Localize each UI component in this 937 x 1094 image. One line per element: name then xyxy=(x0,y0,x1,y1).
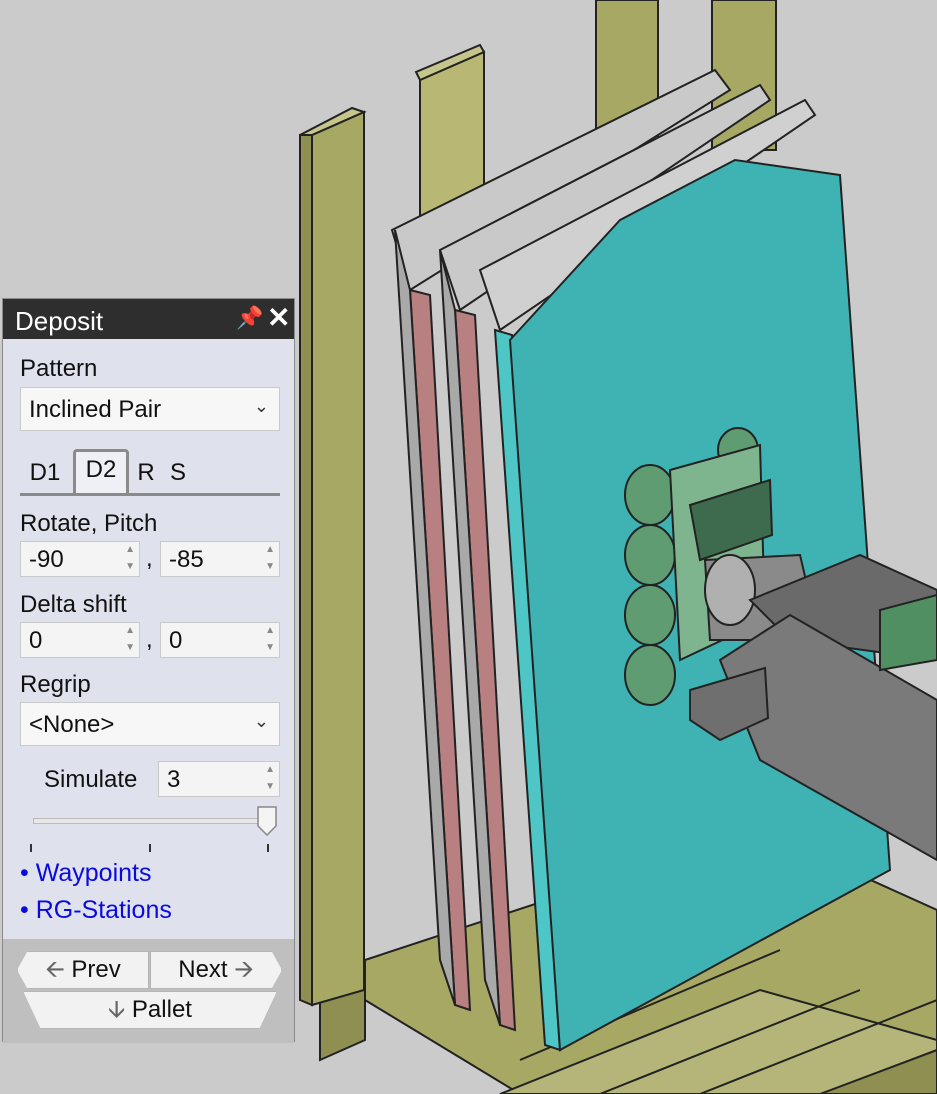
chevron-down-icon: ⌄ xyxy=(253,396,269,416)
simulate-slider-thumb[interactable] xyxy=(257,806,277,836)
spin-down-icon[interactable]: ▼ xyxy=(265,781,275,792)
regrip-value: <None> xyxy=(29,711,115,738)
spin-up-icon[interactable]: ▲ xyxy=(125,625,135,636)
close-icon[interactable]: ✕ xyxy=(267,301,290,334)
spin-up-icon[interactable]: ▲ xyxy=(265,764,275,775)
spin-down-icon[interactable]: ▼ xyxy=(265,561,275,572)
tab-r[interactable]: R xyxy=(136,455,156,491)
rotate-pitch-label: Rotate, Pitch xyxy=(20,510,158,537)
slider-tick xyxy=(30,844,32,852)
tab-d2[interactable]: D2 xyxy=(73,449,129,493)
pallet-button[interactable]: 🡫 Pallet xyxy=(23,991,277,1029)
delta-y-value: 0 xyxy=(169,627,183,654)
regrip-label: Regrip xyxy=(20,671,91,698)
next-button[interactable]: Next 🡪 xyxy=(150,951,282,989)
pitch-value: -85 xyxy=(169,546,204,573)
arrow-right-icon: 🡪 xyxy=(234,956,254,983)
pattern-label: Pattern xyxy=(20,355,98,382)
prev-label: Prev xyxy=(71,956,121,983)
rg-stations-link[interactable]: • RG-Stations xyxy=(20,896,172,925)
chevron-down-icon: ⌄ xyxy=(253,711,269,731)
panel-titlebar: Deposit 📌 ✕ xyxy=(3,299,294,339)
pitch-stepper[interactable]: -85 ▲ ▼ xyxy=(160,541,280,577)
pin-icon[interactable]: 📌 xyxy=(236,305,263,331)
delta-x-value: 0 xyxy=(29,627,43,654)
delta-x-stepper[interactable]: 0 ▲ ▼ xyxy=(20,622,140,658)
prev-button[interactable]: 🡨 Prev xyxy=(17,951,149,989)
rotate-value: -90 xyxy=(29,546,64,573)
panel-footer: 🡨 Prev Next 🡪 🡫 Pallet xyxy=(3,939,294,1043)
deposit-panel: Deposit 📌 ✕ Pattern Inclined Pair ⌄ D1 D… xyxy=(2,298,295,1043)
simulate-label: Simulate xyxy=(44,766,138,793)
spin-down-icon[interactable]: ▼ xyxy=(125,561,135,572)
spin-up-icon[interactable]: ▲ xyxy=(265,625,275,636)
front-post-left xyxy=(299,106,367,1007)
tab-strip: D1 D2 R S xyxy=(20,449,280,496)
pattern-dropdown[interactable]: Inclined Pair ⌄ xyxy=(20,387,280,431)
spin-up-icon[interactable]: ▲ xyxy=(125,544,135,555)
tab-d1[interactable]: D1 xyxy=(26,455,64,491)
arrow-down-icon: 🡫 xyxy=(108,996,126,1023)
slider-tick xyxy=(267,844,269,852)
rotate-stepper[interactable]: -90 ▲ ▼ xyxy=(20,541,140,577)
simulate-slider-track[interactable] xyxy=(33,818,275,824)
waypoints-link[interactable]: • Waypoints xyxy=(20,859,151,888)
next-label: Next xyxy=(178,956,228,983)
arrow-left-icon: 🡨 xyxy=(45,956,65,983)
delta-shift-label: Delta shift xyxy=(20,591,127,618)
simulate-value: 3 xyxy=(167,766,181,793)
spin-down-icon[interactable]: ▼ xyxy=(265,642,275,653)
slider-tick xyxy=(149,844,151,852)
comma-separator: , xyxy=(146,626,153,653)
tab-s[interactable]: S xyxy=(168,455,188,491)
comma-separator: , xyxy=(146,545,153,572)
delta-y-stepper[interactable]: 0 ▲ ▼ xyxy=(160,622,280,658)
regrip-dropdown[interactable]: <None> ⌄ xyxy=(20,702,280,746)
spin-down-icon[interactable]: ▼ xyxy=(125,642,135,653)
simulate-stepper[interactable]: 3 ▲ ▼ xyxy=(158,761,280,797)
pallet-label: Pallet xyxy=(131,996,192,1023)
pattern-value: Inclined Pair xyxy=(29,396,162,423)
panel-title: Deposit xyxy=(15,306,104,336)
spin-up-icon[interactable]: ▲ xyxy=(265,544,275,555)
